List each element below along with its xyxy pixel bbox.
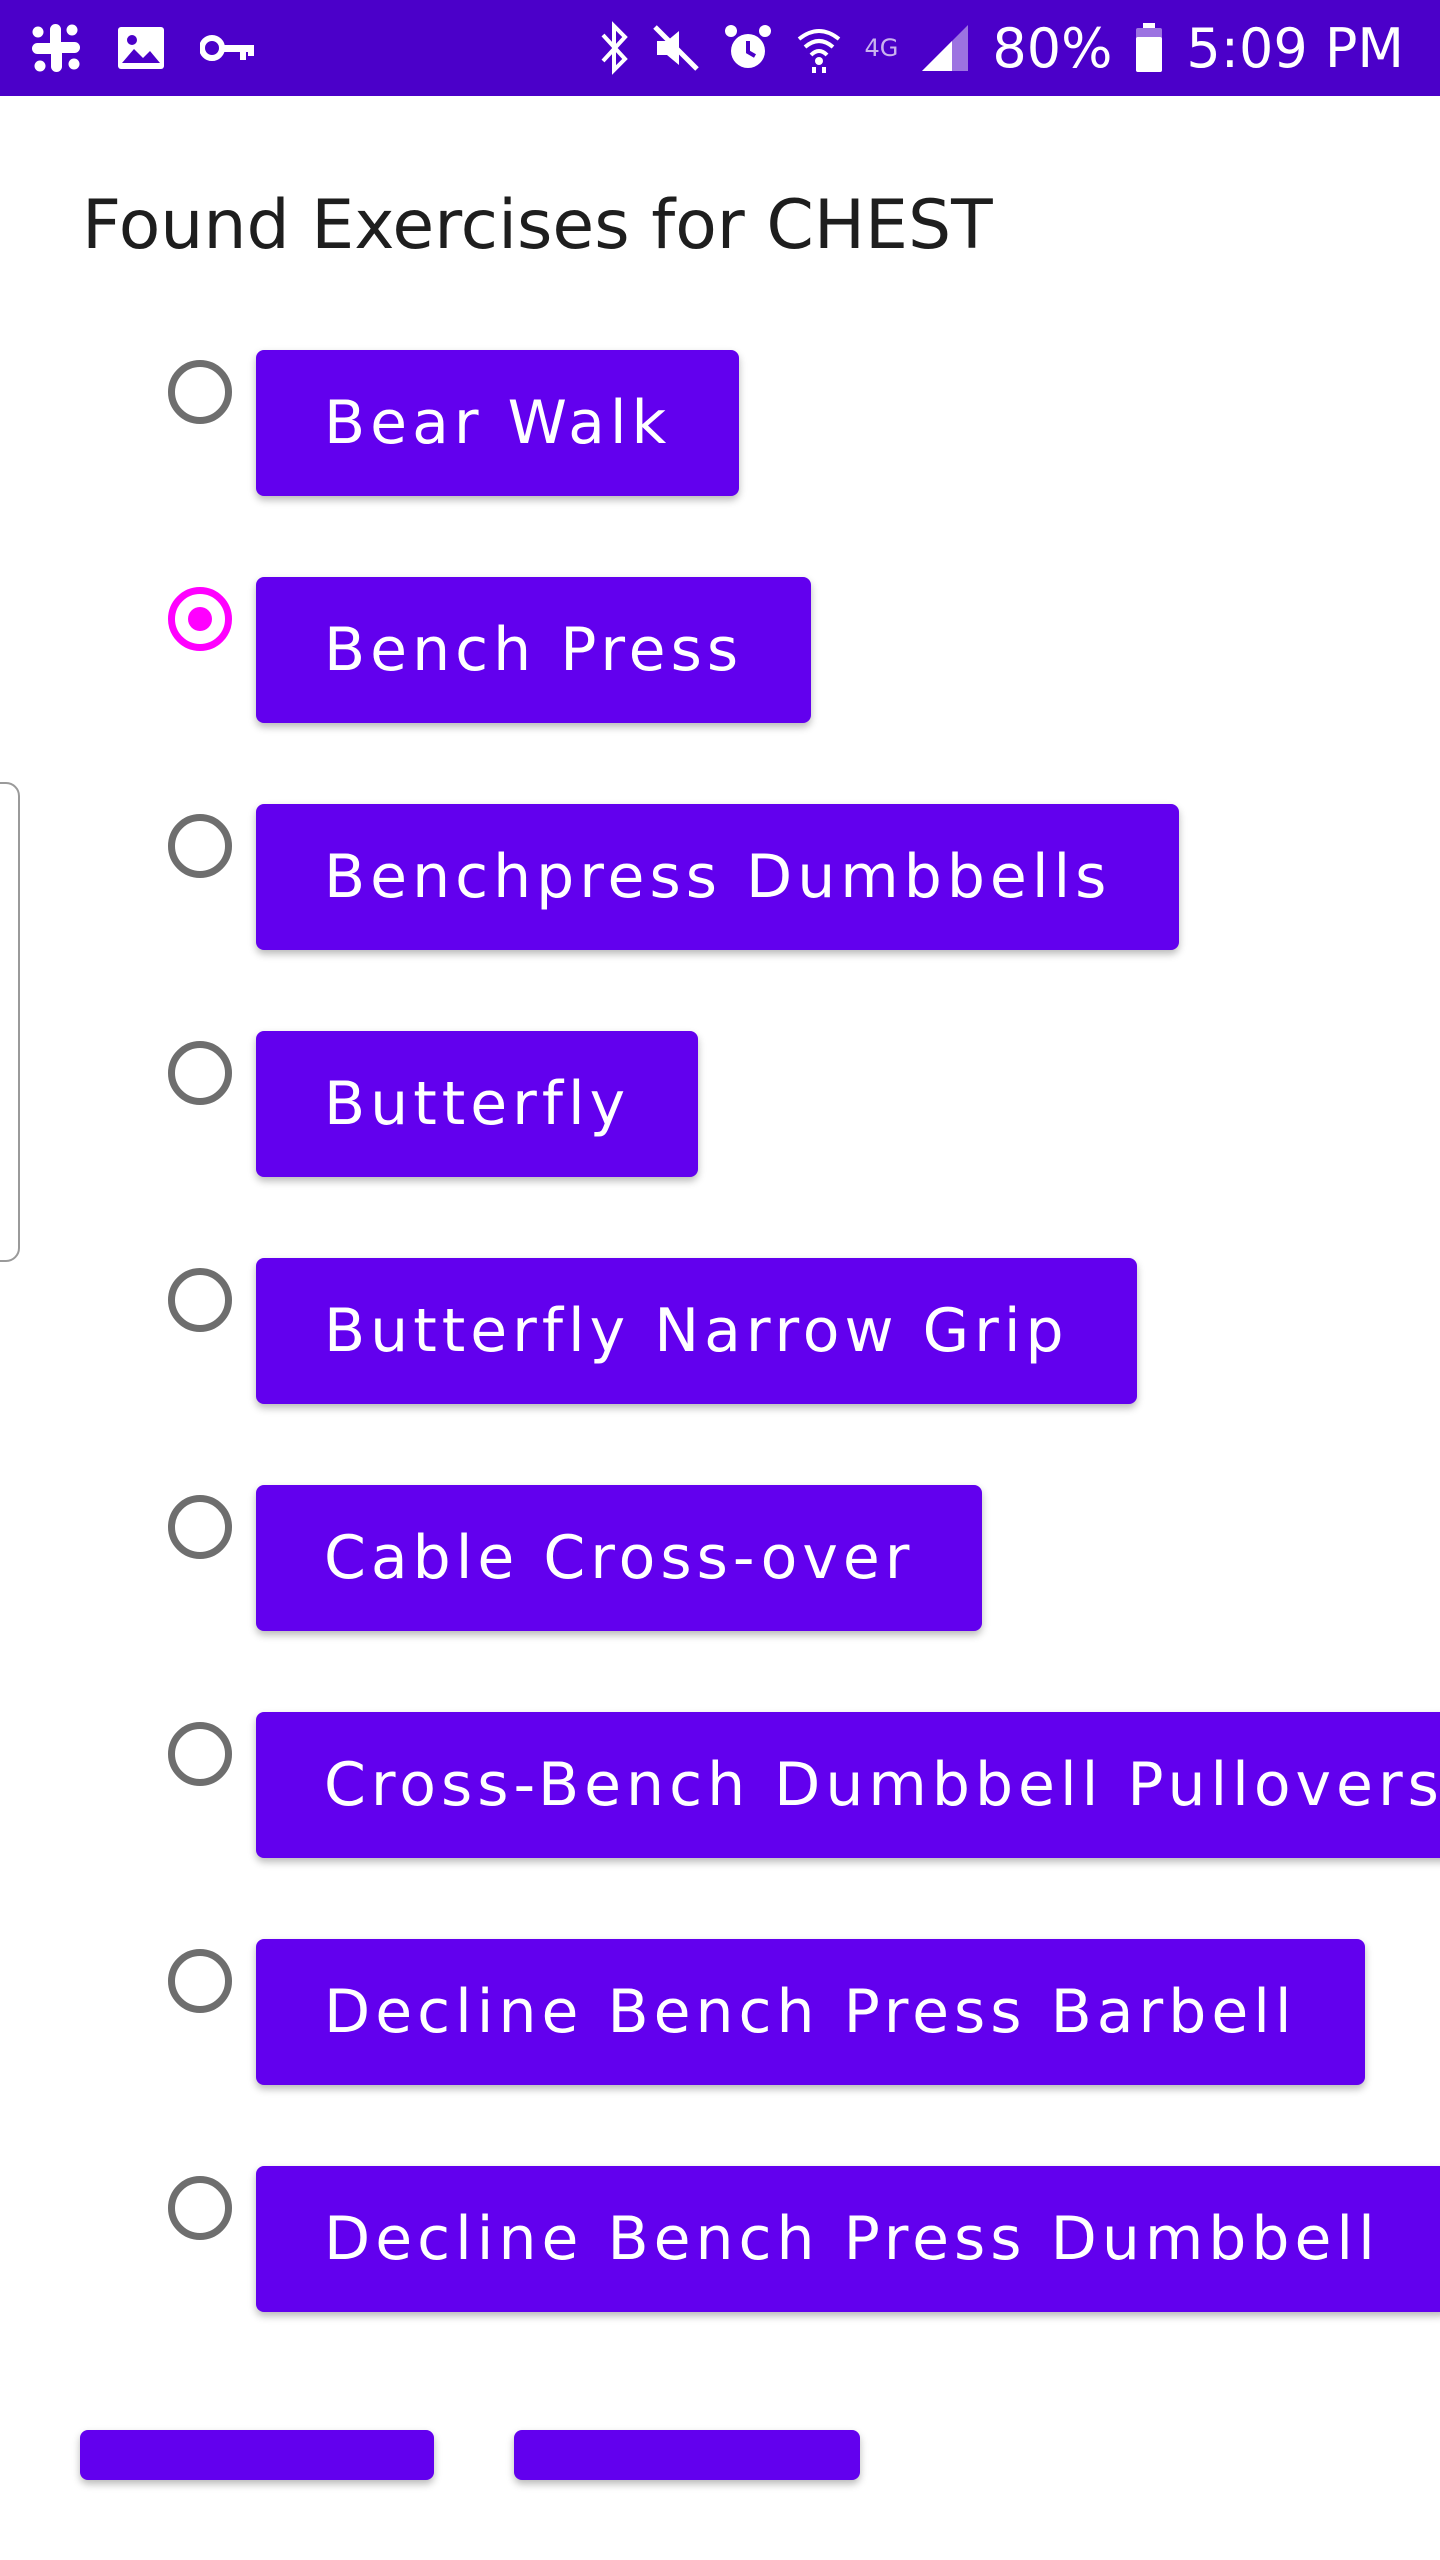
bottom-action-button-right[interactable] xyxy=(514,2430,860,2480)
exercise-button[interactable]: Cross-Bench Dumbbell Pullovers xyxy=(256,1712,1440,1858)
exercise-button[interactable]: Decline Bench Press Barbell xyxy=(256,1939,1365,2085)
exercise-radio[interactable] xyxy=(168,1268,232,1332)
status-bar-left xyxy=(30,18,256,78)
status-bar-right: 4G 80% 5:09 PM xyxy=(599,14,1404,82)
mute-icon xyxy=(652,25,699,71)
alarm-icon xyxy=(724,25,771,68)
exercise-radio[interactable] xyxy=(168,360,232,424)
clock: 5:09 PM xyxy=(1186,16,1404,80)
page-title: Found Exercises for CHEST xyxy=(82,186,993,265)
battery-icon xyxy=(1136,23,1163,72)
exercise-button[interactable]: Butterfly Narrow Grip xyxy=(256,1258,1137,1404)
status-bar: 4G 80% 5:09 PM xyxy=(0,0,1440,96)
exercise-radio[interactable] xyxy=(168,2176,232,2240)
signal-icon xyxy=(922,25,969,71)
exercise-button[interactable]: Bear Walk xyxy=(256,350,740,496)
exercise-radio[interactable] xyxy=(168,1495,232,1559)
exercise-button[interactable]: Butterfly xyxy=(256,1031,699,1177)
bottom-action-button-left[interactable] xyxy=(80,2430,434,2480)
exercise-radio[interactable] xyxy=(168,814,232,878)
slack-icon xyxy=(32,24,80,72)
key-icon xyxy=(200,35,254,61)
wifi-icon xyxy=(797,29,840,73)
exercise-radio[interactable] xyxy=(168,1722,232,1786)
exercise-button[interactable]: Bench Press xyxy=(256,577,812,723)
exercise-radio[interactable] xyxy=(168,1949,232,2013)
battery-percent: 80% xyxy=(992,16,1113,80)
exercise-radio-selected[interactable] xyxy=(168,587,232,651)
exercise-button[interactable]: Benchpress Dumbbells xyxy=(256,804,1180,950)
exercise-button[interactable]: Decline Bench Press Dumbbell xyxy=(256,2166,1440,2312)
network-type-label: 4G xyxy=(864,34,899,62)
edge-panel-handle[interactable] xyxy=(0,782,20,1262)
exercise-radio[interactable] xyxy=(168,1041,232,1105)
exercise-button[interactable]: Cable Cross-over xyxy=(256,1485,983,1631)
bluetooth-icon xyxy=(601,21,628,75)
image-icon xyxy=(118,27,164,69)
